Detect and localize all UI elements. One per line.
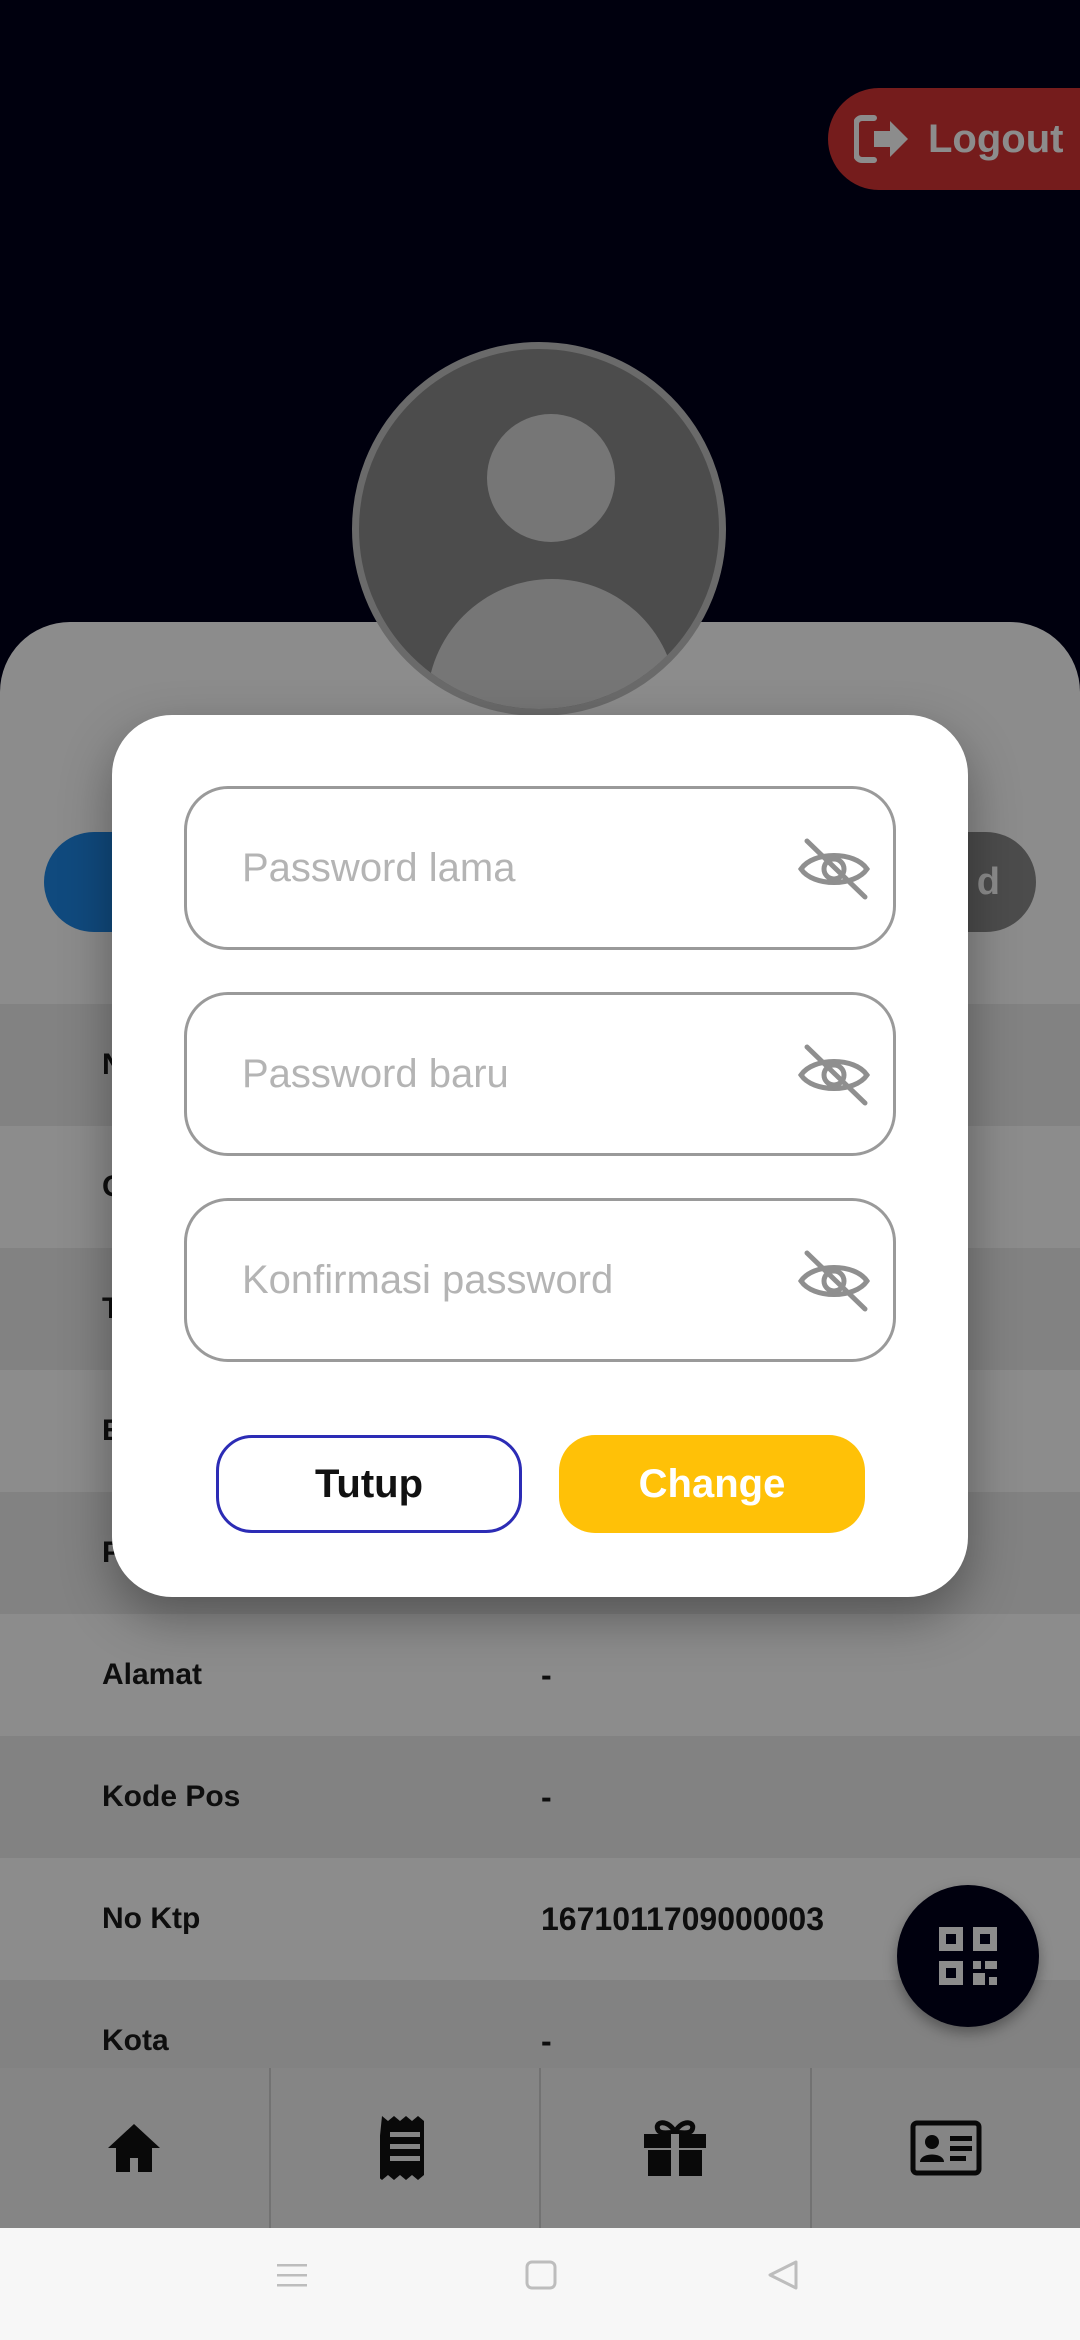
old-password-field (184, 786, 896, 950)
old-password-input[interactable] (242, 845, 782, 891)
back-triangle-icon[interactable] (766, 2258, 800, 2292)
eye-off-icon[interactable] (795, 835, 873, 903)
confirm-password-field (184, 1198, 896, 1362)
eye-off-icon[interactable] (795, 1041, 873, 1109)
home-square-icon[interactable] (524, 2258, 558, 2292)
new-password-field (184, 992, 896, 1156)
system-navigation-bar (0, 2228, 1080, 2340)
menu-icon[interactable] (275, 2258, 309, 2292)
change-button[interactable]: Change (559, 1435, 865, 1533)
new-password-input[interactable] (242, 1051, 782, 1097)
confirm-password-input[interactable] (242, 1257, 782, 1303)
close-button[interactable]: Tutup (216, 1435, 522, 1533)
eye-off-icon[interactable] (795, 1247, 873, 1315)
change-password-dialog: Tutup Change (112, 715, 968, 1597)
